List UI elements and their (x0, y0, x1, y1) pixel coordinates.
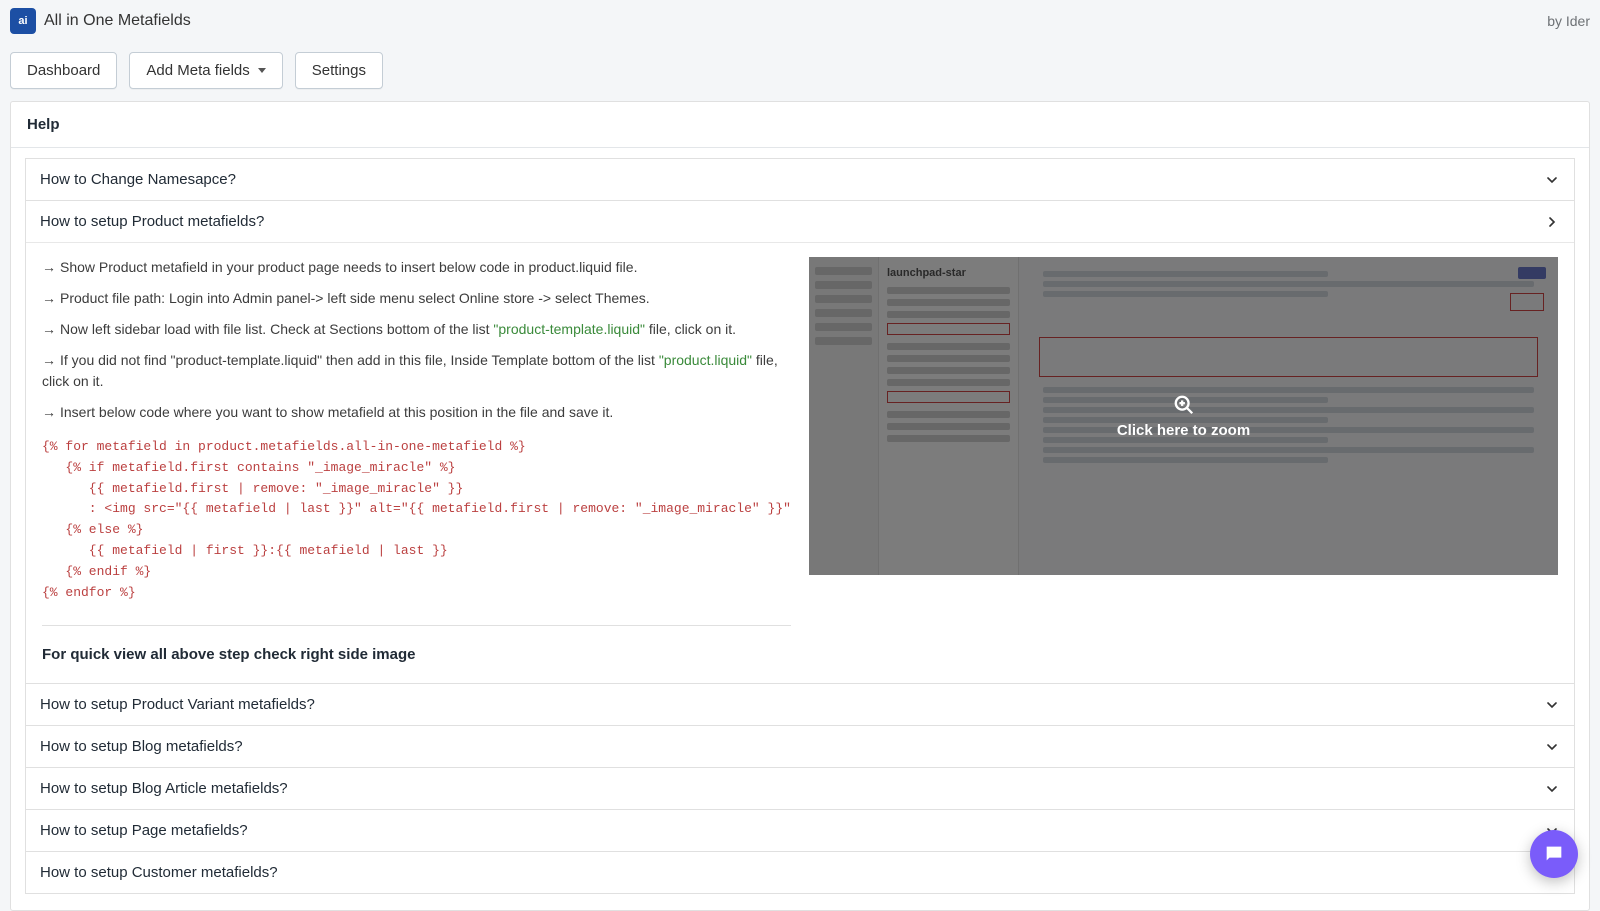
accordion-header-namespace[interactable]: How to Change Namesapce? (26, 159, 1574, 200)
accordion-header-customer[interactable]: How to setup Customer metafields? (26, 852, 1574, 893)
settings-button[interactable]: Settings (295, 52, 383, 89)
accordion-title: How to setup Blog Article metafields? (40, 780, 288, 797)
chevron-down-icon (1544, 697, 1560, 713)
topbar: ai All in One Metafields by Ider (0, 0, 1600, 42)
help-step: →If you did not find "product-template.l… (42, 350, 791, 392)
accordion-title: How to setup Product metafields? (40, 213, 264, 230)
accordion-blog: How to setup Blog metafields? (25, 725, 1575, 768)
zoom-text: Click here to zoom (1117, 422, 1250, 439)
help-step: →Now left sidebar load with file list. C… (42, 319, 791, 340)
zoom-overlay: Click here to zoom (809, 257, 1558, 575)
caret-down-icon (258, 68, 266, 73)
add-meta-label: Add Meta fields (146, 62, 249, 79)
accordion-title: How to setup Blog metafields? (40, 738, 243, 755)
app-icon: ai (10, 8, 36, 34)
app-title: All in One Metafields (44, 12, 191, 30)
accordion-customer: How to setup Customer metafields? (25, 851, 1575, 894)
dashboard-label: Dashboard (27, 62, 100, 79)
help-screenshot[interactable]: launchpad-star (809, 257, 1558, 575)
link-product-liquid[interactable]: "product.liquid" (659, 352, 752, 368)
help-step: →Insert below code where you want to sho… (42, 402, 791, 423)
accordion-product: How to setup Product metafields? →Show P… (25, 200, 1575, 684)
chevron-down-icon (1544, 739, 1560, 755)
settings-label: Settings (312, 62, 366, 79)
accordion-page: How to setup Page metafields? (25, 809, 1575, 852)
code-block: {% for metafield in product.metafields.a… (42, 433, 791, 613)
help-panel: Help How to Change Namesapce? How to set… (10, 101, 1590, 911)
link-product-template[interactable]: "product-template.liquid" (493, 321, 645, 337)
accordion-title: How to setup Product Variant metafields? (40, 696, 315, 713)
panel-title: Help (11, 102, 1589, 148)
accordion-title: How to setup Customer metafields? (40, 864, 278, 881)
add-meta-fields-button[interactable]: Add Meta fields (129, 52, 282, 89)
navbar: Dashboard Add Meta fields Settings (0, 42, 1600, 101)
byline: by Ider (1547, 13, 1590, 29)
chevron-right-icon (1544, 214, 1560, 230)
accordion-title: How to setup Page metafields? (40, 822, 248, 839)
accordion-header-article[interactable]: How to setup Blog Article metafields? (26, 768, 1574, 809)
accordion-namespace: How to Change Namesapce? (25, 158, 1575, 201)
chevron-down-icon (1544, 781, 1560, 797)
chevron-down-icon (1544, 172, 1560, 188)
accordion-body-product: →Show Product metafield in your product … (26, 242, 1574, 683)
accordion-title: How to Change Namesapce? (40, 171, 236, 188)
accordion-header-variant[interactable]: How to setup Product Variant metafields? (26, 684, 1574, 725)
quick-view-note: For quick view all above step check righ… (42, 646, 791, 663)
dashboard-button[interactable]: Dashboard (10, 52, 117, 89)
accordion-header-page[interactable]: How to setup Page metafields? (26, 810, 1574, 851)
chat-widget-button[interactable] (1530, 830, 1578, 878)
accordion-header-product[interactable]: How to setup Product metafields? (26, 201, 1574, 242)
accordion-header-blog[interactable]: How to setup Blog metafields? (26, 726, 1574, 767)
accordion-article: How to setup Blog Article metafields? (25, 767, 1575, 810)
accordion-variant: How to setup Product Variant metafields? (25, 683, 1575, 726)
zoom-in-icon (1173, 394, 1195, 416)
divider (42, 625, 791, 626)
help-step: →Show Product metafield in your product … (42, 257, 791, 278)
help-step: →Product file path: Login into Admin pan… (42, 288, 791, 309)
